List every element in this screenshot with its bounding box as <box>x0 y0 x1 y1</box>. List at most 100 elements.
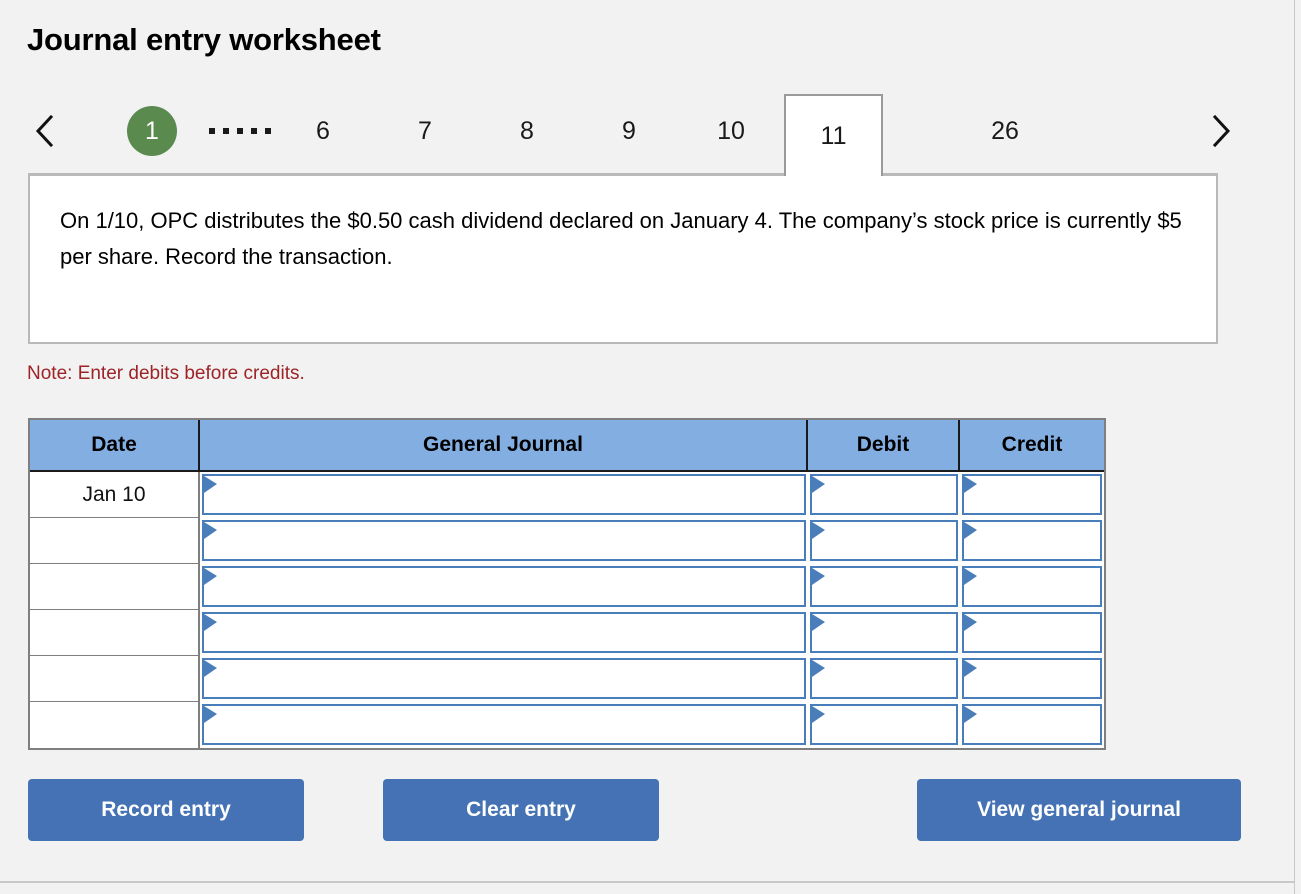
credit-input-cell[interactable] <box>960 610 1104 656</box>
date-cell <box>30 564 200 610</box>
cell-marker-triangle-icon <box>204 706 217 723</box>
cell-marker-triangle-icon <box>964 568 977 585</box>
pagination-item-10[interactable]: 10 <box>699 94 763 168</box>
pagination-current-badge: 1 <box>127 106 177 156</box>
clear-entry-button[interactable]: Clear entry <box>383 779 659 841</box>
pagination-item-8[interactable]: 8 <box>500 94 554 168</box>
scenario-panel: On 1/10, OPC distributes the $0.50 cash … <box>28 174 1218 344</box>
debit-input[interactable] <box>810 474 958 515</box>
table-row <box>30 656 1104 702</box>
pagination-item-26[interactable]: 26 <box>973 94 1037 168</box>
credit-input[interactable] <box>962 474 1102 515</box>
debit-input-cell[interactable] <box>808 702 960 748</box>
general-journal-input-cell[interactable] <box>200 564 808 610</box>
cell-marker-triangle-icon <box>812 476 825 493</box>
column-header-general-journal: General Journal <box>200 420 808 472</box>
page-title: Journal entry worksheet <box>27 22 381 57</box>
pagination-bar: 1 6 7 8 9 10 11 26 <box>0 94 1294 176</box>
date-cell <box>30 610 200 656</box>
journal-entry-table: Date General Journal Debit Credit Jan 10 <box>28 418 1106 750</box>
ellipsis-dot <box>209 128 215 134</box>
pagination-item-6[interactable]: 6 <box>296 94 350 168</box>
pagination-item-7[interactable]: 7 <box>398 94 452 168</box>
date-cell: Jan 10 <box>30 472 200 518</box>
credit-input[interactable] <box>962 520 1102 561</box>
cell-marker-triangle-icon <box>812 660 825 677</box>
credit-input[interactable] <box>962 704 1102 745</box>
debits-before-credits-note: Note: Enter debits before credits. <box>27 363 305 384</box>
cell-marker-triangle-icon <box>204 476 217 493</box>
worksheet-page: Journal entry worksheet 1 6 7 8 9 10 11 … <box>0 0 1294 881</box>
date-cell <box>30 702 200 748</box>
cell-marker-triangle-icon <box>204 614 217 631</box>
table-row <box>30 518 1104 564</box>
general-journal-input-cell[interactable] <box>200 656 808 702</box>
credit-input-cell[interactable] <box>960 472 1104 518</box>
date-cell <box>30 518 200 564</box>
cell-marker-triangle-icon <box>204 522 217 539</box>
cell-marker-triangle-icon <box>204 660 217 677</box>
debit-input-cell[interactable] <box>808 564 960 610</box>
view-general-journal-button[interactable]: View general journal <box>917 779 1241 841</box>
credit-input-cell[interactable] <box>960 656 1104 702</box>
viewport-bottom-edge <box>0 881 1294 883</box>
general-journal-input[interactable] <box>202 474 806 515</box>
ellipsis-dot <box>251 128 257 134</box>
viewport-right-edge <box>1294 0 1295 894</box>
general-journal-input-cell[interactable] <box>200 518 808 564</box>
general-journal-input[interactable] <box>202 658 806 699</box>
cell-marker-triangle-icon <box>964 522 977 539</box>
general-journal-input[interactable] <box>202 704 806 745</box>
general-journal-input[interactable] <box>202 612 806 653</box>
table-row <box>30 610 1104 656</box>
pagination-item-current[interactable]: 1 <box>125 94 179 168</box>
next-page-icon[interactable] <box>1198 94 1244 168</box>
cell-marker-triangle-icon <box>964 706 977 723</box>
cell-marker-triangle-icon <box>204 568 217 585</box>
record-entry-button[interactable]: Record entry <box>28 779 304 841</box>
general-journal-input[interactable] <box>202 520 806 561</box>
previous-page-icon[interactable] <box>22 94 68 168</box>
credit-input-cell[interactable] <box>960 702 1104 748</box>
pagination-item-9[interactable]: 9 <box>602 94 656 168</box>
debit-input-cell[interactable] <box>808 518 960 564</box>
general-journal-input[interactable] <box>202 566 806 607</box>
cell-marker-triangle-icon <box>812 706 825 723</box>
cell-marker-triangle-icon <box>812 568 825 585</box>
credit-input[interactable] <box>962 658 1102 699</box>
cell-marker-triangle-icon <box>964 614 977 631</box>
debit-input[interactable] <box>810 704 958 745</box>
cell-marker-triangle-icon <box>812 614 825 631</box>
scenario-text: On 1/10, OPC distributes the $0.50 cash … <box>60 208 1182 269</box>
ellipsis-dot <box>237 128 243 134</box>
ellipsis-dot <box>223 128 229 134</box>
debit-input[interactable] <box>810 566 958 607</box>
cell-marker-triangle-icon <box>964 660 977 677</box>
debit-input-cell[interactable] <box>808 656 960 702</box>
table-row <box>30 564 1104 610</box>
table-header-row: Date General Journal Debit Credit <box>30 420 1104 472</box>
debit-input-cell[interactable] <box>808 472 960 518</box>
credit-input[interactable] <box>962 566 1102 607</box>
credit-input-cell[interactable] <box>960 564 1104 610</box>
credit-input[interactable] <box>962 612 1102 653</box>
table-row <box>30 702 1104 748</box>
cell-marker-triangle-icon <box>964 476 977 493</box>
general-journal-input-cell[interactable] <box>200 702 808 748</box>
debit-input-cell[interactable] <box>808 610 960 656</box>
debit-input[interactable] <box>810 612 958 653</box>
column-header-credit: Credit <box>960 420 1104 472</box>
table-row: Jan 10 <box>30 472 1104 518</box>
cell-marker-triangle-icon <box>812 522 825 539</box>
general-journal-input-cell[interactable] <box>200 472 808 518</box>
pagination-ellipsis <box>209 94 271 168</box>
column-header-debit: Debit <box>808 420 960 472</box>
debit-input[interactable] <box>810 520 958 561</box>
date-cell <box>30 656 200 702</box>
ellipsis-dot <box>265 128 271 134</box>
debit-input[interactable] <box>810 658 958 699</box>
credit-input-cell[interactable] <box>960 518 1104 564</box>
pagination-item-11[interactable]: 11 <box>784 94 883 176</box>
column-header-date: Date <box>30 420 200 472</box>
general-journal-input-cell[interactable] <box>200 610 808 656</box>
